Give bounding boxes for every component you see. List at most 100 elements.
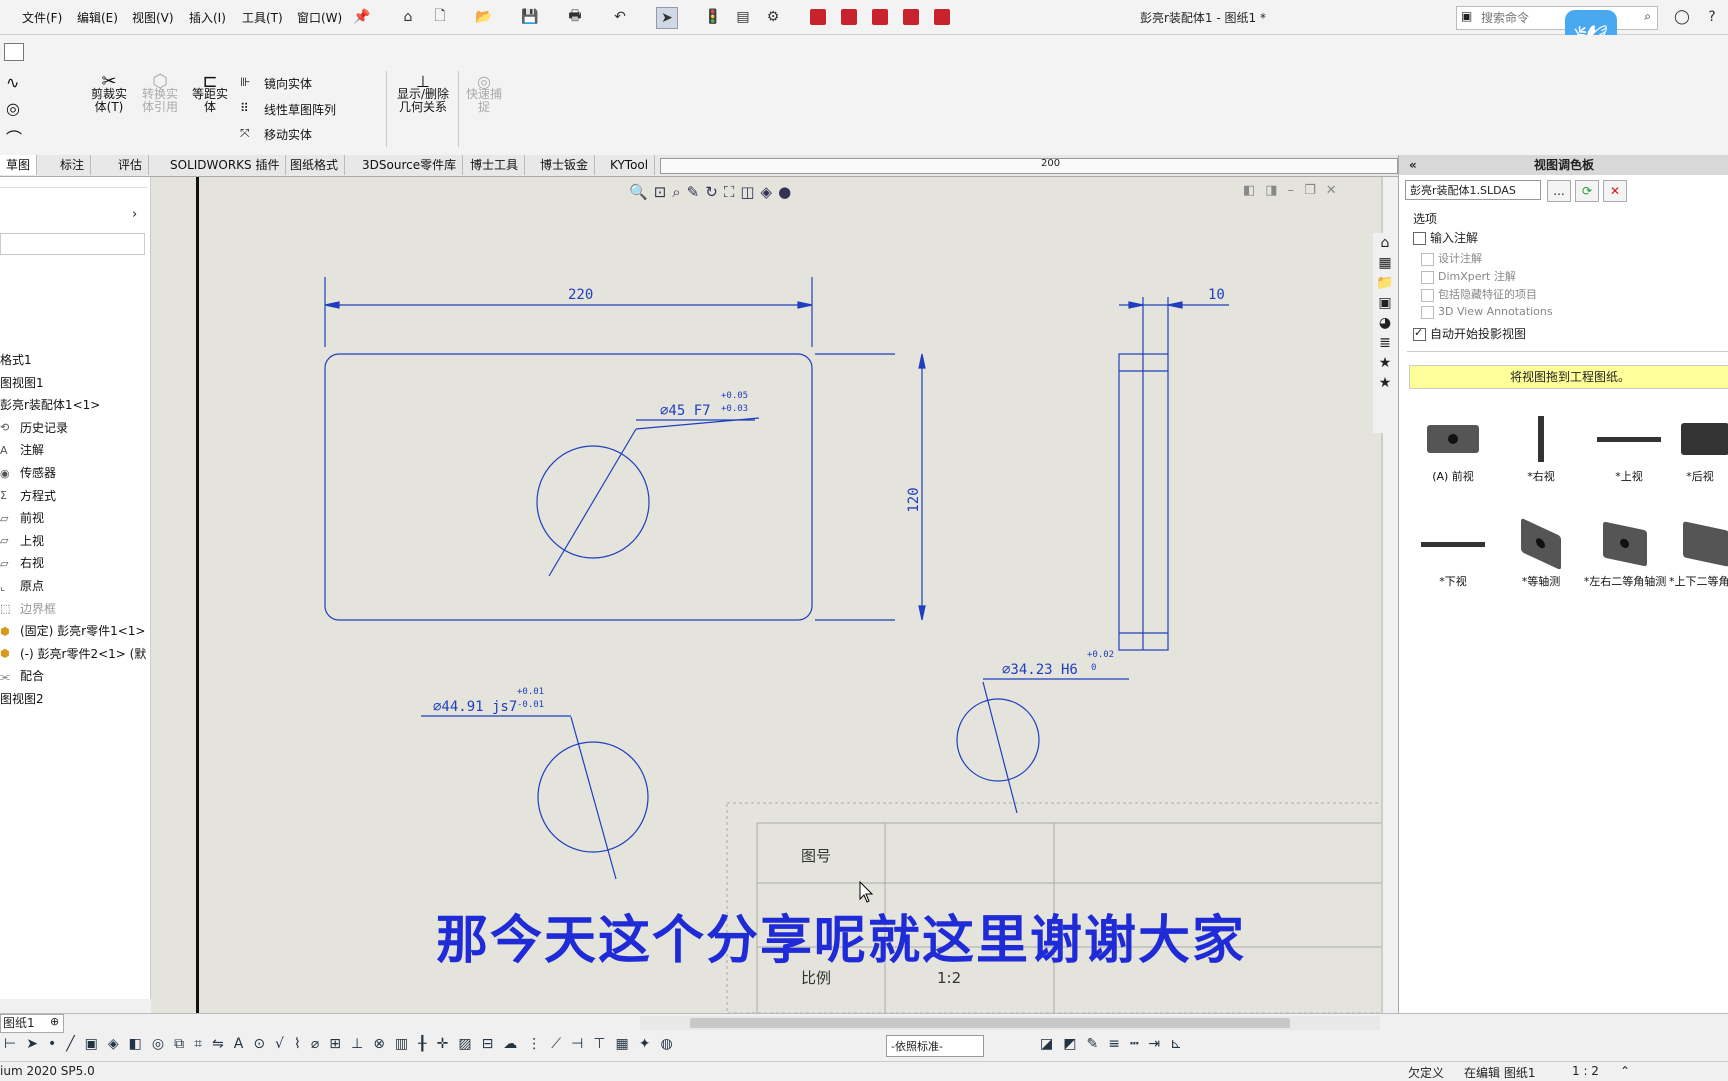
move-entities-button[interactable]: 移动实体 xyxy=(264,126,312,143)
dim-palette-icon[interactable]: ◍ xyxy=(660,1036,672,1052)
dimension-standard-select[interactable]: -依照标准- xyxy=(886,1035,984,1057)
model-view-icon[interactable]: ▣ xyxy=(85,1036,98,1052)
custom-properties-icon[interactable]: ≣ xyxy=(1379,335,1391,351)
refresh-icon[interactable]: ⟳ xyxy=(1575,180,1599,202)
arc-icon[interactable]: ⌒ xyxy=(6,125,22,149)
center-mark-icon[interactable]: ✛ xyxy=(437,1036,449,1052)
tree-item[interactable]: 格式1 xyxy=(0,351,32,368)
star-icon[interactable]: ★ xyxy=(1379,355,1392,371)
appearances-icon[interactable]: ◕ xyxy=(1379,315,1391,331)
tree-item[interactable]: Σ 方程式 xyxy=(0,487,56,504)
datum-feature-icon[interactable]: ⊥ xyxy=(351,1036,363,1052)
width-dimension-text[interactable]: 220 xyxy=(568,287,593,303)
point-icon[interactable]: • xyxy=(48,1036,56,1052)
detail-view-icon[interactable]: ◎ xyxy=(152,1036,164,1052)
hole-2-callout[interactable]: ∅44.91 js7 xyxy=(433,699,517,715)
dimxpert-checkbox[interactable]: DimXpert 注解 xyxy=(1421,268,1516,284)
checkbox[interactable] xyxy=(1421,270,1434,284)
surface-finish-icon[interactable]: √ xyxy=(275,1036,284,1052)
add-sheet-icon[interactable]: ⊕ xyxy=(50,1015,59,1028)
tree-item[interactable]: A 注解 xyxy=(0,441,44,458)
document-select[interactable]: 彭亮r装配体1.SLDAS xyxy=(1405,180,1541,200)
mirror-entities-button[interactable]: 镜向实体 xyxy=(264,75,312,92)
addin-cube-icon[interactable] xyxy=(810,9,826,25)
file-explorer-icon[interactable]: 📁 xyxy=(1376,275,1393,291)
pointer-icon[interactable]: ➤ xyxy=(26,1036,38,1052)
crop-view-icon[interactable]: ⌗ xyxy=(194,1036,202,1052)
menu-view[interactable]: 视图(V) xyxy=(132,9,174,26)
tree-item[interactable]: ⬢ (固定) 彭亮r零件1<1> xyxy=(0,622,146,639)
offset-entities-button[interactable]: ⊏ 等距实体 xyxy=(188,73,232,114)
chevron-right-icon[interactable]: › xyxy=(132,207,137,222)
magnetic-line-icon[interactable]: ⋮ xyxy=(527,1036,541,1052)
hole-callout-icon[interactable]: ⌀ xyxy=(311,1036,319,1052)
note-icon[interactable]: A xyxy=(234,1036,244,1052)
user-icon[interactable]: ◯ xyxy=(1672,7,1692,27)
datum-target-icon[interactable]: ⊗ xyxy=(373,1036,385,1052)
open-folder-icon[interactable]: 📂 xyxy=(474,7,494,27)
section-view-icon[interactable]: ◧ xyxy=(129,1036,142,1052)
new-document-icon[interactable]: 🗋 xyxy=(430,7,450,27)
pin-icon[interactable]: 📌 xyxy=(352,7,372,27)
help-icon[interactable]: ? xyxy=(1702,7,1722,27)
clear-icon[interactable]: ✕ xyxy=(1603,180,1627,202)
smart-dimension-icon[interactable]: ⊢ xyxy=(4,1036,16,1052)
weld-symbol-icon[interactable]: ⌇ xyxy=(294,1036,301,1052)
display-delete-relations-button[interactable]: ⊥ 显示/删除几何关系 xyxy=(392,74,454,114)
chamfer-dim-icon[interactable]: ⟋ xyxy=(551,1036,561,1052)
view-tile-dimetric-tb[interactable]: *上下二等角测 xyxy=(1669,515,1728,589)
menu-insert[interactable]: 插入(I) xyxy=(189,9,226,26)
tab-sketch[interactable]: 草图 xyxy=(0,155,38,175)
tree-item[interactable]: ◉ 传感器 xyxy=(0,464,56,481)
line-thickness-icon[interactable]: ≡ xyxy=(1108,1036,1120,1052)
tree-item[interactable]: ⫘ 配合 xyxy=(0,667,44,684)
tree-item[interactable]: ⬚ 边界框 xyxy=(0,600,56,617)
hidden-features-checkbox[interactable]: 包括隐藏特征的项目 xyxy=(1421,286,1537,302)
view-palette-icon[interactable]: ▣ xyxy=(1378,295,1391,311)
view-tile-bottom[interactable]: *下视 xyxy=(1415,515,1491,589)
tree-item[interactable]: 彭亮r装配体1<1> xyxy=(0,396,100,413)
traffic-light-icon[interactable]: 🚦 xyxy=(703,7,723,27)
convert-entities-button[interactable]: ⬡ 转换实体引用 xyxy=(138,73,182,114)
addin-cube-icon[interactable] xyxy=(903,9,919,25)
menu-tools[interactable]: 工具(T) xyxy=(242,9,283,26)
tree-filter-input[interactable] xyxy=(0,233,145,255)
save-icon[interactable]: 💾 xyxy=(520,7,540,27)
alternate-position-icon[interactable]: ⇋ xyxy=(212,1036,224,1052)
blocks-icon[interactable]: ▥ xyxy=(395,1036,408,1052)
home-icon[interactable]: ⌂ xyxy=(398,7,418,27)
search-box[interactable]: ▣ ⌕ xyxy=(1456,6,1658,30)
hole-1-callout[interactable]: ∅45 F7 xyxy=(660,403,711,419)
table-icon[interactable]: ⊟ xyxy=(482,1036,494,1052)
auto-projection-checkbox[interactable]: 自动开始投影视图 xyxy=(1413,325,1526,342)
trim-entities-button[interactable]: ✂ 剪裁实体(T) xyxy=(86,73,132,114)
print-icon[interactable]: 🖶 xyxy=(565,7,585,27)
tab-annotation[interactable]: 标注 xyxy=(54,155,92,175)
line-style-icon[interactable]: ┅ xyxy=(1130,1036,1138,1052)
collapse-icon[interactable]: « xyxy=(1409,155,1417,175)
view-tile-front[interactable]: (A) 前视 xyxy=(1415,410,1491,484)
file-properties-icon[interactable]: ▤ xyxy=(733,7,753,27)
tree-item[interactable]: 图视图2 xyxy=(0,690,44,707)
design-library-icon[interactable]: ▦ xyxy=(1378,255,1391,271)
projected-view-icon[interactable]: ◈ xyxy=(108,1036,119,1052)
tab-sheet-format[interactable]: 图纸格式 xyxy=(284,155,346,175)
horizontal-scrollbar[interactable] xyxy=(640,1016,1380,1030)
status-scale[interactable]: 1 : 2 xyxy=(1572,1064,1599,1078)
balloon-icon[interactable]: ⊙ xyxy=(253,1036,265,1052)
view-tile-back[interactable]: *后视 xyxy=(1671,410,1728,484)
addin-cube-icon[interactable] xyxy=(872,9,888,25)
sheet-icon[interactable] xyxy=(4,43,24,61)
layer-icon[interactable]: ◪ xyxy=(1040,1036,1053,1052)
checkbox[interactable] xyxy=(1421,305,1434,319)
area-hatch-icon[interactable]: ▨ xyxy=(458,1036,471,1052)
geometric-tolerance-icon[interactable]: ⊞ xyxy=(329,1036,341,1052)
height-dimension-text[interactable]: 120 xyxy=(906,487,922,512)
tree-item[interactable]: ▱ 上视 xyxy=(0,532,44,549)
undo-icon[interactable]: ↶ xyxy=(610,7,630,27)
layer-properties-icon[interactable]: ◩ xyxy=(1063,1036,1076,1052)
checkbox[interactable] xyxy=(1421,252,1434,266)
tree-item[interactable]: ▱ 前视 xyxy=(0,509,44,526)
browse-button[interactable]: ... xyxy=(1547,180,1571,202)
linear-pattern-button[interactable]: 线性草图阵列 xyxy=(264,101,336,118)
